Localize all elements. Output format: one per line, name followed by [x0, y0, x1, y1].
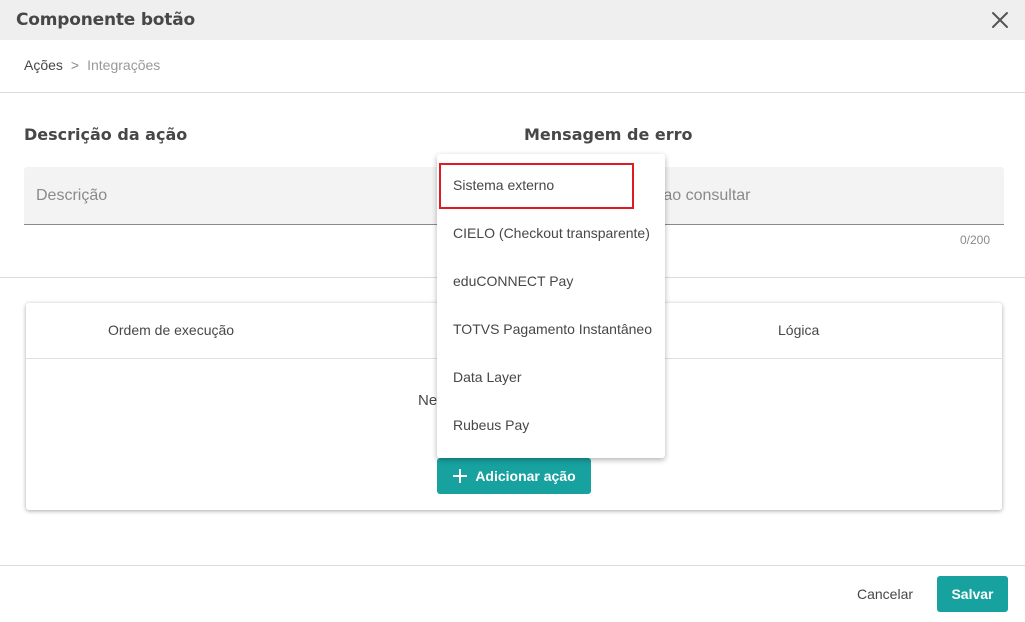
description-field[interactable]: [24, 167, 504, 225]
description-label: Descrição da ação: [24, 125, 188, 144]
error-message-counter: 0/200: [960, 233, 991, 247]
menu-item-totvs-pagamento[interactable]: TOTVS Pagamento Instantâneo: [437, 305, 665, 353]
breadcrumb-item-acoes[interactable]: Ações: [24, 57, 63, 73]
save-button[interactable]: Salvar: [937, 576, 1008, 612]
header-divider: [0, 92, 1025, 93]
menu-item-cielo[interactable]: CIELO (Checkout transparente): [437, 209, 665, 257]
dialog-header: Componente botão: [0, 0, 1025, 40]
menu-item-sistema-externo[interactable]: Sistema externo: [437, 161, 665, 209]
menu-item-rubeus-pay[interactable]: Rubeus Pay: [437, 401, 665, 449]
add-action-label: Adicionar ação: [475, 468, 576, 484]
close-button[interactable]: [988, 8, 1012, 32]
breadcrumb: Ações > Integrações: [24, 57, 160, 73]
error-message-label: Mensagem de erro: [524, 125, 693, 144]
integration-menu: Sistema externo CIELO (Checkout transpar…: [437, 154, 665, 458]
add-action-button[interactable]: Adicionar ação: [437, 458, 591, 494]
plus-icon: [453, 469, 468, 483]
cancel-button[interactable]: Cancelar: [846, 576, 924, 612]
dialog-title: Componente botão: [16, 10, 195, 30]
footer-divider: [0, 565, 1025, 566]
empty-state-text: Ne: [418, 392, 438, 409]
component-button-dialog: Componente botão Ações > Integrações Descr…: [0, 0, 1025, 622]
description-input[interactable]: [24, 167, 504, 224]
breadcrumb-item-integracoes: Integrações: [87, 57, 161, 73]
close-icon: [992, 12, 1008, 28]
column-header-execution-order: Ordem de execução: [108, 322, 235, 338]
error-message-placeholder: o ao consultar: [650, 187, 751, 204]
column-header-logic: Lógica: [778, 322, 820, 338]
menu-item-data-layer[interactable]: Data Layer: [437, 353, 665, 401]
breadcrumb-separator: >: [70, 57, 80, 73]
menu-item-educonnect-pay[interactable]: eduCONNECT Pay: [437, 257, 665, 305]
